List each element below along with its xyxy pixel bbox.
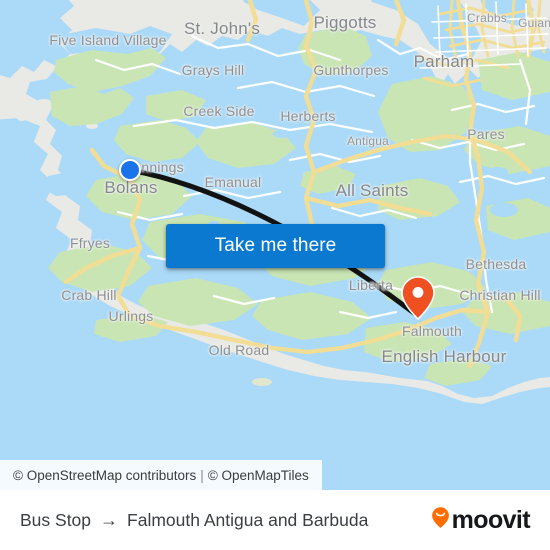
route-summary: Bus Stop → Falmouth Antigua and Barbuda	[20, 510, 368, 531]
map-share-card: Five Island Village St. John's Piggotts Cra…	[0, 0, 550, 550]
route-origin-label: Bus Stop	[20, 509, 92, 530]
origin-marker-icon[interactable]	[119, 159, 141, 181]
moovit-wordmark: moovit	[451, 505, 531, 534]
map-canvas[interactable]: Five Island Village St. John's Piggotts Cra…	[0, 0, 550, 490]
attribution-openmaptiles[interactable]: © OpenMapTiles	[208, 468, 309, 483]
moovit-pin-icon	[431, 506, 450, 534]
attribution-separator: |	[200, 467, 204, 483]
destination-marker-icon[interactable]	[401, 276, 435, 321]
arrow-right-icon: →	[100, 510, 119, 530]
take-me-there-button[interactable]: Take me there	[166, 224, 385, 268]
map-attribution: © OpenStreetMap contributors | © OpenMap…	[0, 460, 322, 490]
attribution-osm[interactable]: © OpenStreetMap contributors	[13, 468, 196, 483]
route-destination-label: Falmouth Antigua and Barbuda	[127, 509, 369, 530]
footer-bar: Bus Stop → Falmouth Antigua and Barbuda …	[0, 490, 550, 550]
moovit-logo[interactable]: moovit	[431, 505, 531, 534]
